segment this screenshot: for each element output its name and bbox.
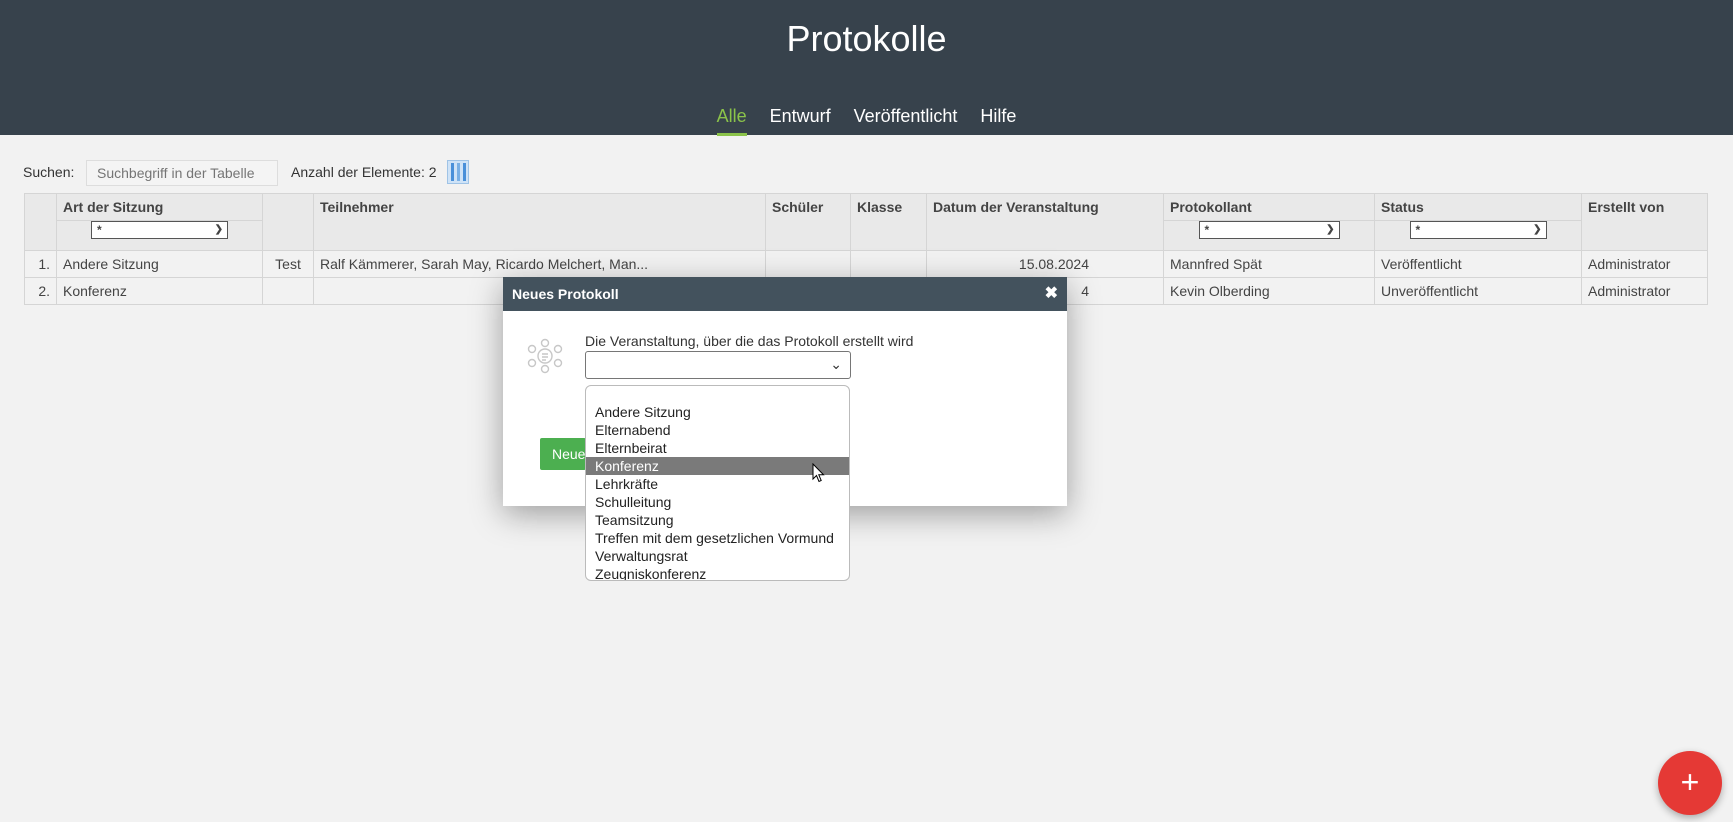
chevron-down-icon: ❯	[1326, 224, 1335, 236]
search-input[interactable]	[86, 160, 278, 186]
option-zeugniskonferenz[interactable]: Zeugniskonferenz	[586, 565, 849, 580]
item-count: Anzahl der Elemente: 2	[291, 164, 437, 180]
header-protokollant[interactable]: Protokollant	[1163, 193, 1375, 221]
event-options-list: Andere Sitzung Elternabend Elternbeirat …	[585, 385, 850, 581]
nav-tabs: Alle Entwurf Veröffentlicht Hilfe	[0, 106, 1733, 136]
option-teamsitzung[interactable]: Teamsitzung	[586, 511, 849, 529]
filter-status-cell: * ❯	[1374, 220, 1582, 251]
filter-art-select[interactable]: * ❯	[91, 221, 228, 240]
chevron-down-icon: ❯	[1533, 224, 1542, 236]
event-select[interactable]: ⌄	[585, 351, 851, 379]
header-num	[24, 193, 57, 251]
column-toggle-icon[interactable]	[447, 160, 469, 184]
filter-protokollant-cell: * ❯	[1163, 220, 1375, 251]
search-label: Suchen:	[23, 164, 75, 180]
dialog-title: Neues Protokoll	[512, 286, 619, 302]
filter-art-cell: * ❯	[56, 220, 263, 251]
header-status[interactable]: Status	[1374, 193, 1582, 221]
chevron-down-icon: ⌄	[830, 356, 842, 372]
option-elternbeirat[interactable]: Elternbeirat	[586, 439, 849, 457]
header-klasse[interactable]: Klasse	[850, 193, 927, 251]
chevron-down-icon: ❯	[214, 224, 223, 236]
new-protocol-button[interactable]: Neue	[540, 438, 586, 470]
header-schueler[interactable]: Schüler	[765, 193, 851, 251]
header-titel[interactable]	[262, 193, 314, 251]
filter-status-select[interactable]: * ❯	[1409, 221, 1547, 240]
close-icon[interactable]: ✖	[1045, 277, 1058, 311]
tab-alle[interactable]: Alle	[716, 106, 747, 136]
option-andere-sitzung[interactable]: Andere Sitzung	[586, 403, 849, 421]
option-verwaltungsrat[interactable]: Verwaltungsrat	[586, 547, 849, 565]
header-datum[interactable]: Datum der Veranstaltung	[926, 193, 1164, 251]
page-title: Protokolle	[786, 18, 947, 59]
option-lehrkraefte[interactable]: Lehrkräfte	[586, 475, 849, 493]
header-art[interactable]: Art der Sitzung	[56, 193, 263, 221]
dialog-titlebar: Neues Protokoll ✖	[503, 277, 1067, 311]
add-protocol-button[interactable]: +	[1658, 751, 1722, 815]
event-field-label: Die Veranstaltung, über die das Protokol…	[585, 333, 914, 349]
meeting-icon	[527, 338, 563, 374]
option-konferenz[interactable]: Konferenz	[586, 457, 849, 475]
tab-veroeffentlicht[interactable]: Veröffentlicht	[854, 106, 958, 133]
tab-hilfe[interactable]: Hilfe	[980, 106, 1016, 133]
option-treffen-vormund[interactable]: Treffen mit dem gesetzlichen Vormund	[586, 529, 849, 547]
filter-protokollant-select[interactable]: * ❯	[1198, 221, 1340, 240]
header-teilnehmer[interactable]: Teilnehmer	[313, 193, 766, 251]
header-erstellt[interactable]: Erstellt von	[1581, 193, 1708, 251]
option-elternabend[interactable]: Elternabend	[586, 421, 849, 439]
plus-icon: +	[1680, 764, 1700, 800]
option-schulleitung[interactable]: Schulleitung	[586, 493, 849, 511]
mouse-cursor-icon	[812, 463, 825, 483]
tab-entwurf[interactable]: Entwurf	[770, 106, 831, 133]
table-row[interactable]: 1. Andere Sitzung Test Ralf Kämmerer, Sa…	[24, 250, 1708, 278]
app-header: Protokolle Alle Entwurf Veröffentlicht H…	[0, 0, 1733, 136]
